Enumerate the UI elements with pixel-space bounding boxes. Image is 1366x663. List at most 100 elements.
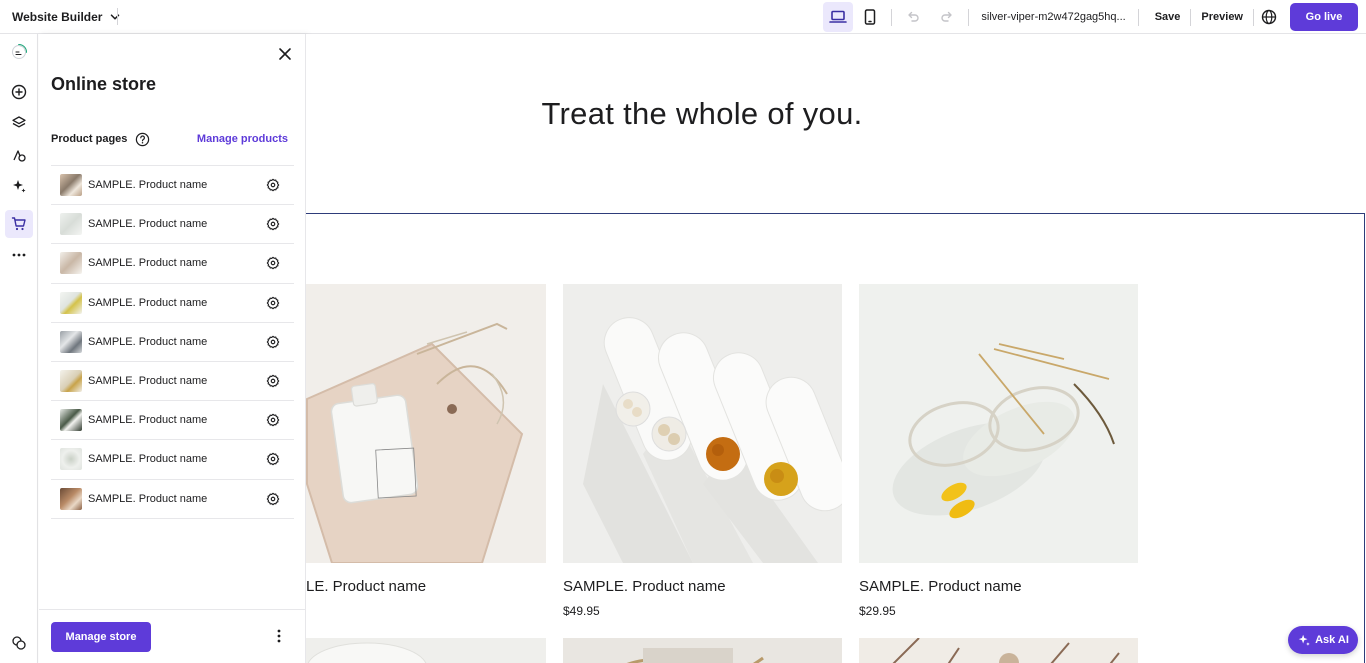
more-button[interactable]	[5, 241, 33, 269]
layers-icon	[12, 116, 26, 128]
product-name: SAMPLE. Product name	[88, 453, 208, 466]
product-card[interactable]: SAMPLE. Product name $29.95	[859, 284, 1138, 618]
ask-ai-button[interactable]: Ask AI	[1288, 626, 1358, 654]
left-rail	[0, 34, 38, 663]
product-thumbnail	[60, 174, 82, 197]
sparkle-icon	[1298, 634, 1310, 646]
list-item[interactable]: SAMPLE. Product name	[51, 284, 294, 323]
divider	[1137, 8, 1139, 26]
gear-icon[interactable]	[266, 413, 280, 427]
gear-icon[interactable]	[266, 335, 280, 349]
product-name: SAMPLE. Product name	[88, 375, 208, 388]
product-card-price: $29.95	[859, 604, 896, 618]
product-thumbnail	[60, 252, 82, 275]
online-store-button[interactable]	[5, 210, 33, 238]
ask-ai-label: Ask AI	[1315, 634, 1349, 646]
product-card-name: SAMPLE. Product name	[563, 578, 726, 595]
design-button[interactable]	[5, 141, 33, 169]
gear-icon[interactable]	[266, 217, 280, 231]
list-item[interactable]: SAMPLE. Product name	[51, 205, 294, 245]
gear-icon[interactable]	[266, 492, 280, 506]
preview-button[interactable]: Preview	[1191, 11, 1253, 23]
product-pages-header: Product pages Manage products	[51, 131, 294, 147]
product-name: SAMPLE. Product name	[88, 414, 208, 427]
more-vertical-icon[interactable]	[272, 628, 286, 644]
list-item[interactable]: SAMPLE. Product name	[51, 166, 294, 206]
product-thumbnail	[60, 213, 82, 236]
product-name: SAMPLE. Product name	[88, 218, 208, 231]
product-card-price: $49.95	[563, 604, 600, 618]
list-item[interactable]: SAMPLE. Product name	[51, 401, 294, 441]
plus-circle-icon	[11, 84, 27, 100]
go-live-button[interactable]: Go live	[1290, 3, 1358, 31]
divider	[117, 8, 118, 25]
brush-shapes-icon	[13, 150, 26, 162]
list-item[interactable]: SAMPLE. Product name	[51, 323, 294, 362]
product-list: SAMPLE. Product name SAMPLE. Product nam…	[51, 165, 294, 519]
gear-icon[interactable]	[266, 374, 280, 388]
gear-icon[interactable]	[266, 256, 280, 270]
help-resources-button[interactable]	[5, 629, 33, 657]
product-name: SAMPLE. Product name	[88, 492, 208, 505]
list-item[interactable]: SAMPLE. Product name	[51, 244, 294, 284]
redo-button[interactable]	[932, 2, 962, 32]
product-name: SAMPLE. Product name	[88, 296, 208, 309]
product-image	[859, 284, 1138, 563]
divider	[891, 8, 893, 26]
cart-icon	[11, 217, 26, 231]
site-url[interactable]: silver-viper-m2w472gag5hq...	[981, 11, 1125, 23]
product-card-name: LE. Product name	[306, 578, 427, 595]
hero-heading[interactable]: Treat the whole of you.	[306, 96, 1098, 132]
brand-label: Website Builder	[12, 9, 103, 24]
more-horizontal-icon	[12, 253, 26, 257]
panel-title: Online store	[51, 74, 157, 94]
manage-products-link[interactable]: Manage products	[197, 133, 288, 145]
panel-footer: Manage store	[39, 609, 306, 663]
undo-button[interactable]	[898, 2, 928, 32]
laptop-icon	[829, 10, 848, 23]
product-image[interactable]	[859, 638, 1138, 663]
list-item[interactable]: SAMPLE. Product name	[51, 440, 294, 480]
chevron-down-icon	[111, 13, 120, 20]
gear-icon[interactable]	[266, 296, 280, 310]
product-card[interactable]: SAMPLE. Product name $49.95	[563, 284, 842, 618]
product-name: SAMPLE. Product name	[88, 257, 208, 270]
product-image	[306, 284, 546, 563]
gear-icon[interactable]	[266, 178, 280, 192]
ai-tools-button[interactable]	[5, 172, 33, 200]
top-bar: Website Builder silver-viper-m2w472gag5h…	[0, 0, 1366, 34]
mobile-view-button[interactable]	[855, 2, 885, 32]
product-name: SAMPLE. Product name	[88, 179, 208, 192]
globe-icon	[1261, 9, 1277, 25]
online-store-panel: Online store Product pages Manage produc…	[39, 34, 306, 663]
website-builder-menu[interactable]: Website Builder	[0, 0, 122, 33]
product-thumbnail	[60, 409, 82, 432]
page-canvas: Treat the whole of you. LE. Product name	[306, 34, 1366, 663]
product-name: SAMPLE. Product name	[88, 335, 208, 348]
product-card-name: SAMPLE. Product name	[859, 578, 1022, 595]
logo-button[interactable]	[5, 38, 33, 66]
coins-icon	[12, 636, 26, 650]
product-thumbnail	[60, 291, 82, 314]
desktop-view-button[interactable]	[823, 2, 854, 32]
product-card[interactable]: LE. Product name	[306, 284, 546, 595]
list-item[interactable]: SAMPLE. Product name	[51, 480, 294, 519]
product-image[interactable]	[306, 638, 546, 663]
undo-icon	[908, 11, 920, 22]
top-bar-actions: silver-viper-m2w472gag5hq... Save Previe…	[823, 0, 1358, 34]
gear-icon[interactable]	[266, 452, 280, 466]
list-item[interactable]: SAMPLE. Product name	[51, 362, 294, 402]
product-image[interactable]	[563, 638, 842, 663]
manage-store-button[interactable]: Manage store	[51, 622, 151, 652]
phone-icon	[865, 9, 876, 25]
add-section-button[interactable]	[5, 78, 33, 106]
globe-button[interactable]	[1254, 2, 1284, 32]
close-icon[interactable]	[277, 46, 293, 62]
help-icon[interactable]	[135, 132, 150, 147]
save-button[interactable]: Save	[1145, 11, 1191, 23]
product-thumbnail	[60, 370, 82, 393]
divider	[968, 8, 970, 26]
app-logo-icon	[12, 44, 27, 59]
layers-button[interactable]	[5, 109, 33, 137]
redo-icon	[941, 11, 953, 22]
